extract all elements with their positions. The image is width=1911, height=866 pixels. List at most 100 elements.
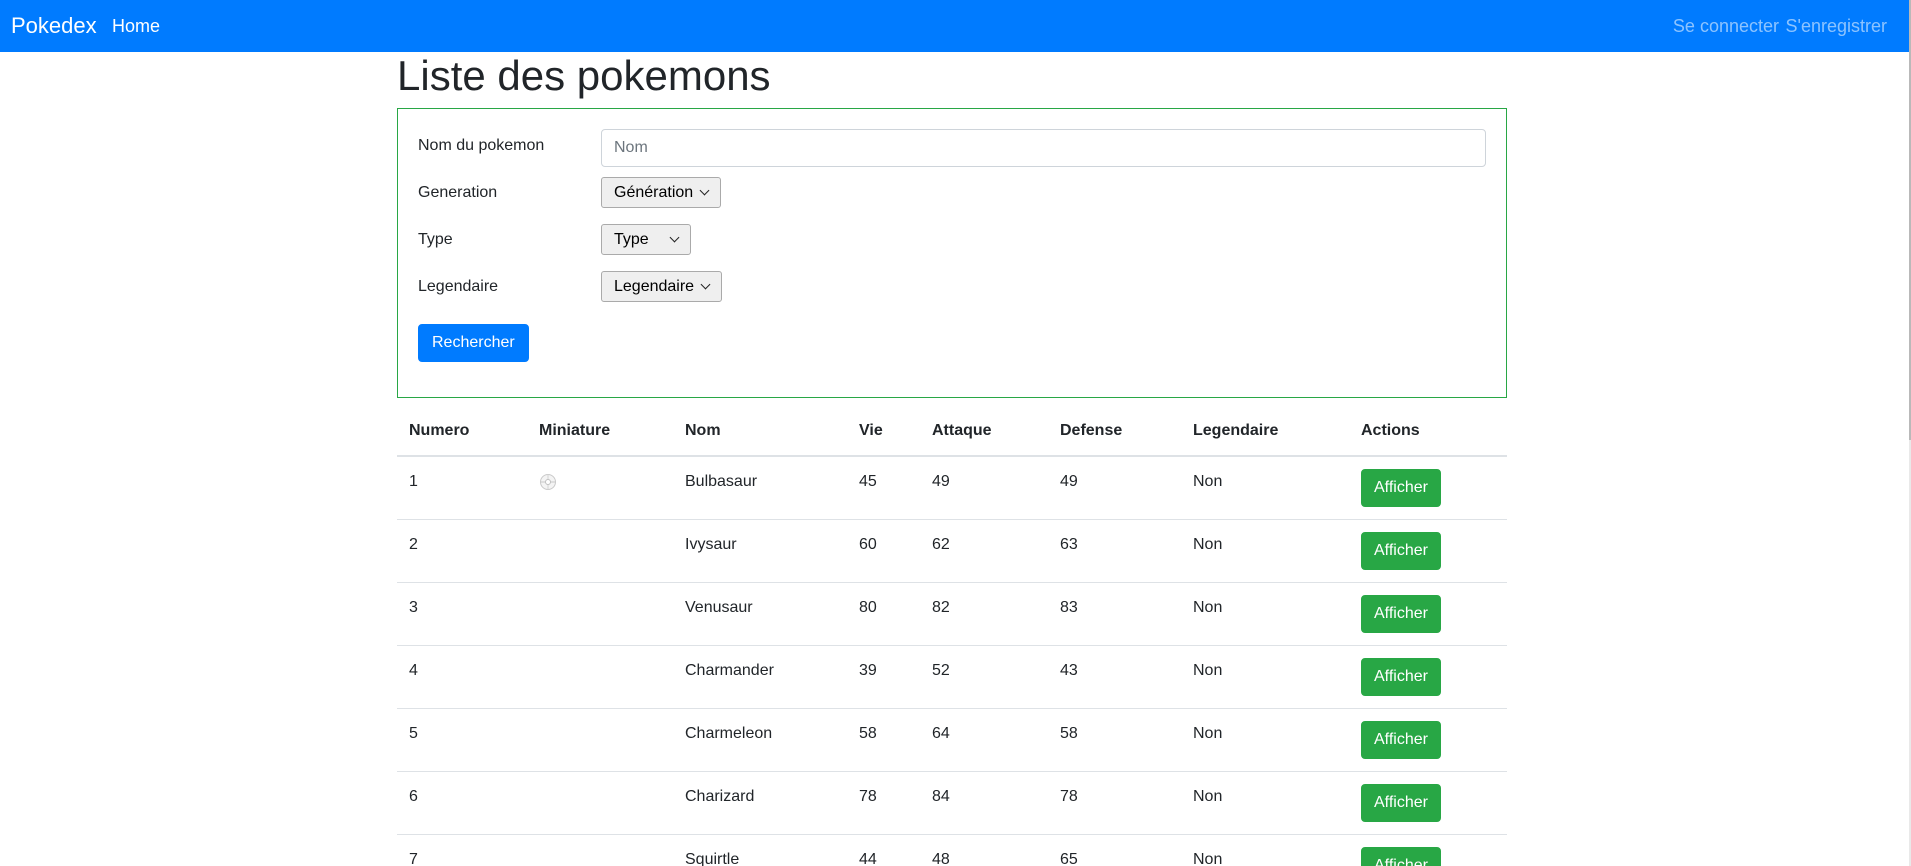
cell-actions: Afficher [1349, 518, 1507, 582]
cell-defense: 78 [1048, 770, 1181, 834]
cell-vie: 45 [847, 455, 920, 519]
main-container: Liste des pokemons Nom du pokemon Genera… [397, 52, 1507, 866]
cell-legendaire: Non [1181, 518, 1349, 582]
page-title: Liste des pokemons [397, 52, 771, 99]
header-attaque: Attaque [920, 406, 1048, 457]
cell-vie: 44 [847, 833, 920, 866]
generation-selected-value: Génération [614, 183, 694, 201]
header-nom: Nom [673, 406, 847, 457]
brand-link[interactable]: Pokedex [11, 13, 97, 39]
type-select[interactable]: Type [601, 224, 691, 255]
cell-actions: Afficher [1349, 581, 1507, 645]
cell-attaque: 62 [920, 518, 1048, 582]
search-form: Nom du pokemon Generation Génération Typ… [397, 108, 1507, 398]
cell-nom: Ivysaur [673, 518, 847, 582]
generation-row: Generation Génération [418, 176, 1486, 214]
header-actions: Actions [1349, 406, 1507, 457]
show-pokemon-button[interactable]: Afficher [1361, 783, 1441, 822]
cell-numero: 5 [397, 707, 527, 771]
legendary-row: Legendaire Legendaire [418, 270, 1486, 308]
pokemon-table: Numero Miniature Nom Vie Attaque Defense… [397, 406, 1507, 866]
cell-actions: Afficher [1349, 707, 1507, 771]
name-row: Nom du pokemon [418, 129, 1486, 167]
generation-select[interactable]: Génération [601, 177, 722, 208]
cell-vie: 78 [847, 770, 920, 834]
cell-nom: Charmander [673, 644, 847, 708]
legendary-selected-value: Legendaire [614, 277, 695, 295]
cell-legendaire: Non [1181, 833, 1349, 866]
show-pokemon-button[interactable]: Afficher [1361, 594, 1441, 633]
header-numero: Numero [397, 406, 527, 457]
cell-legendaire: Non [1181, 644, 1349, 708]
cell-nom: Squirtle [673, 833, 847, 866]
cell-actions: Afficher [1349, 455, 1507, 519]
type-row: Type Type [418, 223, 1486, 261]
search-button[interactable]: Rechercher [418, 324, 529, 362]
generation-label: Generation [418, 184, 498, 201]
show-pokemon-button[interactable]: Afficher [1361, 720, 1441, 759]
cell-defense: 65 [1048, 833, 1181, 866]
cell-legendaire: Non [1181, 770, 1349, 834]
cell-miniature [527, 770, 673, 834]
cell-attaque: 48 [920, 833, 1048, 866]
cell-legendaire: Non [1181, 581, 1349, 645]
nav-home-link[interactable]: Home [112, 16, 160, 37]
nav-register-link[interactable]: S'enregistrer [1786, 16, 1887, 37]
cell-vie: 58 [847, 707, 920, 771]
cell-vie: 60 [847, 518, 920, 582]
cell-defense: 83 [1048, 581, 1181, 645]
header-legendaire: Legendaire [1181, 406, 1349, 457]
cell-defense: 58 [1048, 707, 1181, 771]
show-pokemon-button[interactable]: Afficher [1361, 469, 1441, 507]
chevron-down-icon [669, 232, 680, 243]
table-header-row: Numero Miniature Nom Vie Attaque Defense… [397, 406, 1507, 457]
cell-miniature [527, 581, 673, 645]
nav-login-link[interactable]: Se connecter [1673, 16, 1779, 37]
header-miniature: Miniature [527, 406, 673, 457]
cell-attaque: 64 [920, 707, 1048, 771]
name-label: Nom du pokemon [418, 137, 545, 154]
cell-actions: Afficher [1349, 644, 1507, 708]
top-navbar: Pokedex Home Se connecter S'enregistrer [0, 0, 1911, 52]
cell-miniature [527, 833, 673, 866]
header-defense: Defense [1048, 406, 1181, 457]
table-row: 3 Venusaur 80 82 83 Non Afficher [397, 581, 1507, 645]
cell-numero: 3 [397, 581, 527, 645]
table-row: 7 Squirtle 44 48 65 Non Afficher [397, 833, 1507, 866]
cell-numero: 2 [397, 518, 527, 582]
cell-attaque: 82 [920, 581, 1048, 645]
cell-nom: Charmeleon [673, 707, 847, 771]
table-row: 4 Charmander 39 52 43 Non Afficher [397, 644, 1507, 708]
type-label: Type [418, 231, 453, 248]
cell-numero: 4 [397, 644, 527, 708]
cell-defense: 63 [1048, 518, 1181, 582]
legendary-select[interactable]: Legendaire [601, 271, 723, 302]
table-row: 6 Charizard 78 84 78 Non Afficher [397, 770, 1507, 834]
type-selected-value: Type [614, 230, 649, 248]
pokemon-thumbnail-icon [540, 474, 556, 490]
chevron-down-icon [700, 279, 711, 290]
show-pokemon-button[interactable]: Afficher [1361, 531, 1441, 570]
name-search-input[interactable] [601, 129, 1486, 167]
table-body: 1 Bulbasaur 45 49 49 Non Afficher 2 Ivysaur 60 62 6… [397, 455, 1507, 866]
cell-nom: Bulbasaur [673, 455, 847, 519]
cell-attaque: 84 [920, 770, 1048, 834]
cell-defense: 43 [1048, 644, 1181, 708]
cell-miniature [527, 455, 673, 519]
table-row: 1 Bulbasaur 45 49 49 Non Afficher [397, 455, 1507, 519]
cell-nom: Charizard [673, 770, 847, 834]
cell-nom: Venusaur [673, 581, 847, 645]
cell-attaque: 52 [920, 644, 1048, 708]
show-pokemon-button[interactable]: Afficher [1361, 657, 1441, 696]
cell-actions: Afficher [1349, 833, 1507, 866]
cell-miniature [527, 707, 673, 771]
chevron-down-icon [699, 185, 710, 196]
cell-miniature [527, 518, 673, 582]
cell-defense: 49 [1048, 455, 1181, 519]
cell-miniature [527, 644, 673, 708]
cell-numero: 1 [397, 455, 527, 519]
cell-legendaire: Non [1181, 455, 1349, 519]
cell-attaque: 49 [920, 455, 1048, 519]
show-pokemon-button[interactable]: Afficher [1361, 846, 1441, 866]
cell-vie: 39 [847, 644, 920, 708]
